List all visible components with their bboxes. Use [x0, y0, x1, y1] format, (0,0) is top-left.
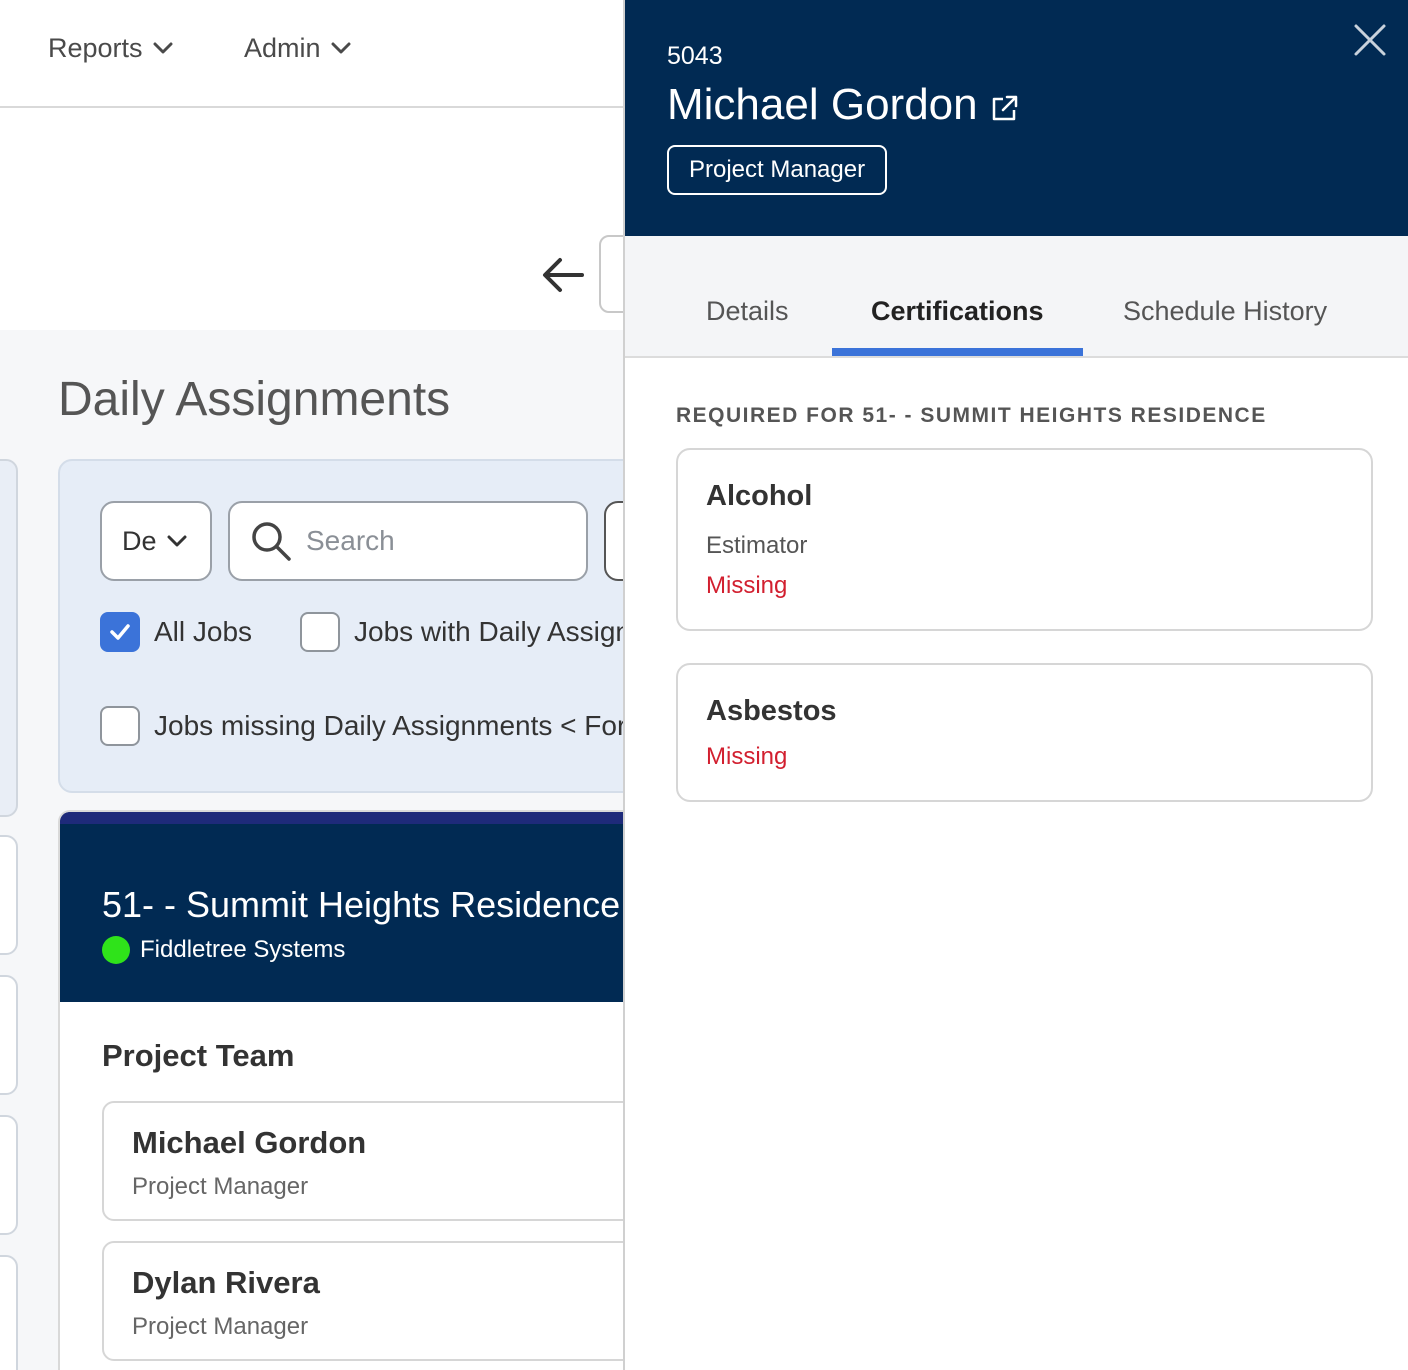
jobs-missing-assignments-label: Jobs missing Daily Assignments < For	[154, 710, 627, 741]
drawer-header: 5043 Michael Gordon Project Manager	[625, 0, 1408, 236]
back-arrow-icon[interactable]	[540, 255, 586, 295]
all-jobs-checkbox[interactable]: All Jobs	[100, 612, 252, 652]
jobs-missing-assignments-checkbox[interactable]: Jobs missing Daily Assignments < For	[100, 706, 626, 746]
nav-admin-label: Admin	[244, 32, 321, 63]
member-name: Michael Gordon	[132, 1125, 367, 1160]
checkbox-unchecked[interactable]	[300, 612, 340, 652]
member-name: Dylan Rivera	[132, 1265, 320, 1300]
certification-card[interactable]: Alcohol Estimator Missing	[676, 448, 1373, 631]
employee-drawer: 5043 Michael Gordon Project Manager Deta…	[623, 0, 1408, 1370]
project-team-title: Project Team	[102, 1038, 295, 1073]
job-title[interactable]: 51- - Summit Heights Residence	[102, 884, 620, 926]
certification-status: Missing	[706, 743, 788, 770]
side-list-item[interactable]	[0, 835, 18, 955]
status-dot-icon	[102, 936, 130, 964]
checkbox-checked[interactable]	[100, 612, 140, 652]
page-title: Daily Assignments	[58, 373, 451, 426]
all-jobs-label: All Jobs	[154, 616, 253, 647]
search-icon	[252, 522, 291, 561]
side-panel-card	[0, 459, 18, 817]
company-name: Fiddletree Systems	[140, 936, 346, 963]
external-link-icon[interactable]	[990, 93, 1020, 123]
filter-select[interactable]: De	[100, 501, 212, 581]
side-list-item[interactable]	[0, 1255, 18, 1370]
tab-schedule-history[interactable]: Schedule History	[1123, 296, 1327, 327]
side-list-item[interactable]	[0, 975, 18, 1095]
checkbox-unchecked[interactable]	[100, 706, 140, 746]
certification-name: Alcohol	[706, 480, 813, 512]
job-company: Fiddletree Systems	[102, 936, 345, 964]
tab-details[interactable]: Details	[706, 296, 789, 327]
member-role: Project Manager	[132, 1173, 309, 1200]
nav-admin-menu[interactable]: Admin	[244, 30, 351, 66]
nav-reports-menu[interactable]: Reports	[48, 30, 173, 66]
member-role: Project Manager	[132, 1313, 309, 1340]
chevron-down-icon	[167, 535, 187, 547]
active-tab-indicator	[832, 348, 1083, 356]
chevron-down-icon	[153, 42, 173, 54]
side-list-item[interactable]	[0, 1115, 18, 1235]
certification-role: Estimator	[706, 532, 808, 559]
close-icon[interactable]	[1352, 22, 1388, 58]
certification-card[interactable]: Asbestos Missing	[676, 663, 1373, 802]
filter-select-value: De	[122, 525, 157, 556]
jobs-with-assignments-checkbox[interactable]: Jobs with Daily Assign	[300, 612, 631, 652]
jobs-with-assignments-label: Jobs with Daily Assign	[354, 616, 632, 647]
employee-id: 5043	[667, 42, 723, 70]
certification-name: Asbestos	[706, 695, 837, 727]
search-placeholder: Search	[306, 525, 395, 556]
checkmark-icon	[110, 624, 130, 640]
chevron-down-icon	[331, 42, 351, 54]
employee-name: Michael Gordon	[667, 80, 978, 129]
employee-name-row: Michael Gordon	[667, 80, 1020, 130]
certification-status: Missing	[706, 572, 788, 599]
tab-certifications[interactable]: Certifications	[871, 296, 1044, 327]
required-for-label: REQUIRED FOR 51- - SUMMIT HEIGHTS RESIDE…	[676, 404, 1267, 427]
nav-reports-label: Reports	[48, 32, 143, 63]
role-badge: Project Manager	[667, 145, 888, 195]
drawer-tabs: Details Certifications Schedule History	[625, 236, 1408, 358]
search-input[interactable]: Search	[228, 501, 588, 581]
